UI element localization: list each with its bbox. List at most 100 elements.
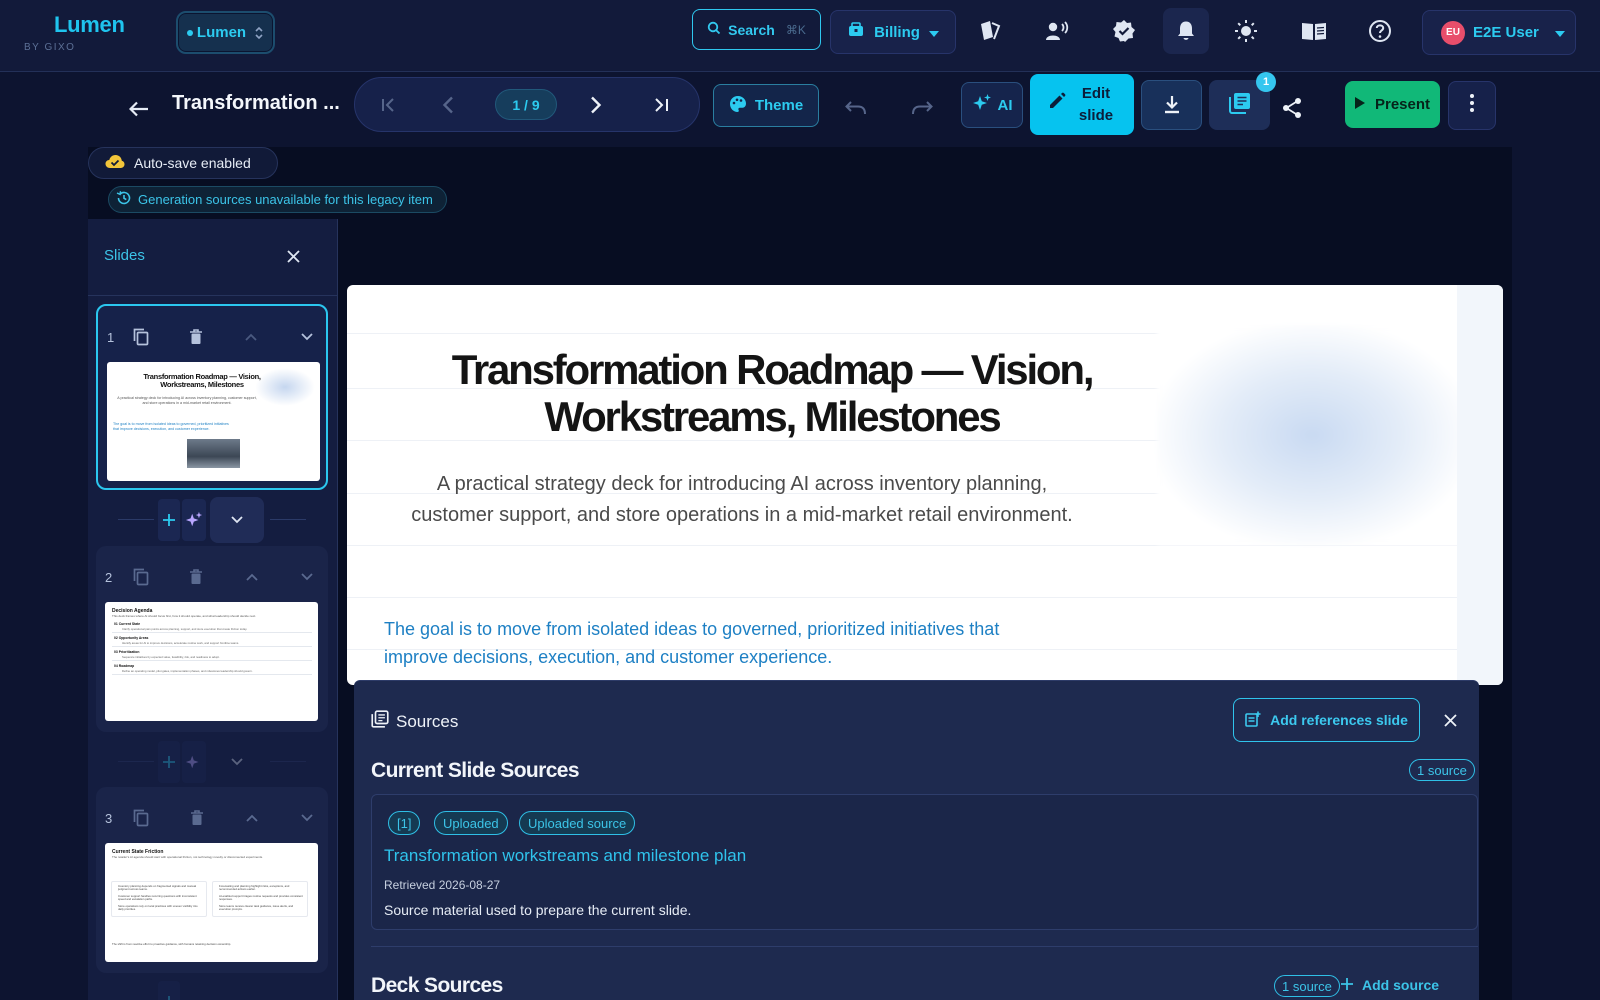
docs-book-icon[interactable]: [1297, 14, 1331, 48]
page-indicator[interactable]: 1 / 9: [495, 89, 557, 120]
ai-generate-slide-button[interactable]: [182, 741, 206, 783]
workspace-label: Lumen: [196, 24, 247, 41]
agenda-row: 02 Opportunity Areas Identify areas for …: [112, 635, 312, 647]
slide-title[interactable]: Transformation Roadmap — Vision, Workstr…: [427, 346, 1117, 440]
cards-icon[interactable]: [973, 14, 1007, 48]
agenda-row: 04 Roadmap Define an operating model, pi…: [112, 663, 312, 675]
thumb-subtitle: This deck frames where AI should focus f…: [112, 614, 257, 618]
edit-slide-button[interactable]: Edit slide: [1030, 74, 1134, 135]
slide-thumbnail-card[interactable]: 3 Current State Friction The retailer's …: [96, 787, 328, 973]
delete-icon[interactable]: [184, 805, 210, 831]
add-source-label: Add source: [1362, 977, 1440, 993]
thumb-footer: The shift is from reactive effort to pro…: [112, 942, 232, 946]
download-button[interactable]: [1141, 80, 1202, 130]
ai-generate-slide-button[interactable]: [182, 499, 206, 541]
brand-name: Lumen: [54, 12, 125, 37]
slide-canvas[interactable]: Transformation Roadmap — Vision, Workstr…: [347, 285, 1503, 685]
redo-icon[interactable]: [906, 92, 938, 124]
source-title-link[interactable]: Transformation workstreams and milestone…: [384, 846, 746, 866]
verified-badge-icon[interactable]: [1107, 14, 1141, 48]
move-up-icon[interactable]: [239, 805, 265, 831]
ai-label: AI: [997, 96, 1013, 114]
insert-options-button[interactable]: [210, 497, 264, 543]
editor-toolbar: Transformation ... 1 / 9 Theme AI Edit s…: [88, 72, 1512, 147]
move-down-icon[interactable]: [294, 805, 320, 831]
undo-icon[interactable]: [840, 92, 872, 124]
search-label: Search: [728, 21, 775, 38]
agenda-row: 03 Prioritization Sequence initiatives b…: [112, 649, 312, 661]
add-slide-button[interactable]: [158, 981, 180, 1000]
billing-label: Billing: [874, 23, 920, 41]
cloud-check-icon: [105, 154, 125, 172]
slide-goal-statement[interactable]: The goal is to move from isolated ideas …: [384, 615, 1024, 671]
last-slide-button[interactable]: [647, 90, 677, 120]
duplicate-icon[interactable]: [128, 324, 154, 350]
workspace-selector[interactable]: Lumen: [176, 11, 275, 54]
move-down-icon[interactable]: [294, 324, 320, 350]
close-slides-panel-button[interactable]: [280, 243, 306, 269]
light-mode-icon[interactable]: [1229, 14, 1263, 48]
thumb-bullet: Inventory planning depends on fragmented…: [118, 884, 197, 892]
pencil-icon: [1048, 92, 1066, 117]
move-down-icon[interactable]: [294, 564, 320, 590]
first-slide-button[interactable]: [373, 90, 403, 120]
caret-down-icon: [928, 24, 939, 41]
insert-slide-controls: [118, 497, 308, 543]
current-sources-heading: Current Slide Sources: [371, 759, 580, 782]
theme-button[interactable]: Theme: [713, 84, 819, 127]
brand-logo[interactable]: Lumen BY GIXO: [24, 12, 125, 53]
slides-panel-title: Slides: [104, 247, 145, 264]
close-sources-button[interactable]: [1439, 709, 1461, 731]
share-icon[interactable]: [1276, 92, 1308, 124]
divider: [270, 519, 306, 520]
billing-button[interactable]: Billing: [830, 10, 956, 54]
add-references-slide-button[interactable]: Add references slide: [1233, 698, 1420, 742]
slide-preview[interactable]: Decision Agenda This deck frames where A…: [105, 602, 318, 721]
source-index-tag: [1]: [388, 811, 421, 835]
next-slide-button[interactable]: [581, 90, 611, 120]
history-icon: [116, 190, 132, 209]
avatar: EU: [1441, 20, 1465, 45]
back-button[interactable]: [122, 92, 156, 126]
slide-thumbnail-card[interactable]: 2 Decision Agenda This deck frames where…: [96, 546, 328, 732]
deck-sources-heading: Deck Sources: [371, 974, 503, 997]
voice-user-icon[interactable]: [1040, 14, 1074, 48]
uploaded-tag: Uploaded: [434, 811, 508, 835]
agenda-row: 01 Current State Clarify operational pai…: [112, 621, 312, 633]
ai-assist-button[interactable]: AI: [961, 82, 1023, 128]
source-card: [1] Uploaded Uploaded source Transformat…: [371, 794, 1478, 930]
thumb-bullet: AI-enabled support triages routine reque…: [219, 893, 303, 902]
slide-preview[interactable]: Transformation Roadmap — Vision, Workstr…: [107, 362, 320, 481]
add-source-button[interactable]: Add source: [1341, 977, 1439, 993]
caret-down-icon: [1554, 24, 1565, 41]
insert-options-button[interactable]: [210, 739, 264, 785]
user-menu-button[interactable]: EU E2E User: [1422, 10, 1576, 55]
agenda-row-label: 01 Current State: [114, 622, 141, 626]
agenda-row-text: Identify areas for AI to improve decisio…: [122, 641, 240, 645]
more-options-button[interactable]: [1448, 81, 1496, 130]
delete-icon[interactable]: [183, 324, 209, 350]
search-button[interactable]: Search ⌘K: [692, 9, 821, 50]
add-slide-button[interactable]: [158, 499, 180, 541]
duplicate-icon[interactable]: [128, 805, 154, 831]
move-up-icon[interactable]: [239, 564, 265, 590]
add-slide-button[interactable]: [158, 741, 180, 783]
autosave-status: Auto-save enabled: [88, 147, 278, 179]
search-icon: [707, 21, 721, 38]
slide-preview[interactable]: Current State Friction The retailer's AI…: [105, 843, 318, 962]
add-references-label: Add references slide: [1270, 712, 1408, 728]
help-icon[interactable]: [1363, 14, 1397, 48]
prev-slide-button[interactable]: [433, 90, 463, 120]
thumb-title: Transformation Roadmap — Vision, Workstr…: [143, 372, 261, 389]
move-up-icon[interactable]: [238, 324, 264, 350]
notifications-bell-icon[interactable]: [1163, 8, 1209, 54]
present-button[interactable]: Present: [1345, 81, 1440, 128]
delete-icon[interactable]: [183, 564, 209, 590]
slide-thumbnail-card[interactable]: 1 Transformation Roadmap — Vision, Works…: [96, 304, 328, 490]
duplicate-icon[interactable]: [128, 564, 154, 590]
sources-panel-title: Sources: [396, 711, 459, 731]
brand-sub: BY GIXO: [24, 42, 76, 53]
add-note-icon: [1245, 711, 1261, 730]
agenda-row-label: 04 Roadmap: [114, 664, 135, 668]
slide-subtitle[interactable]: A practical strategy deck for introducin…: [407, 469, 1077, 531]
